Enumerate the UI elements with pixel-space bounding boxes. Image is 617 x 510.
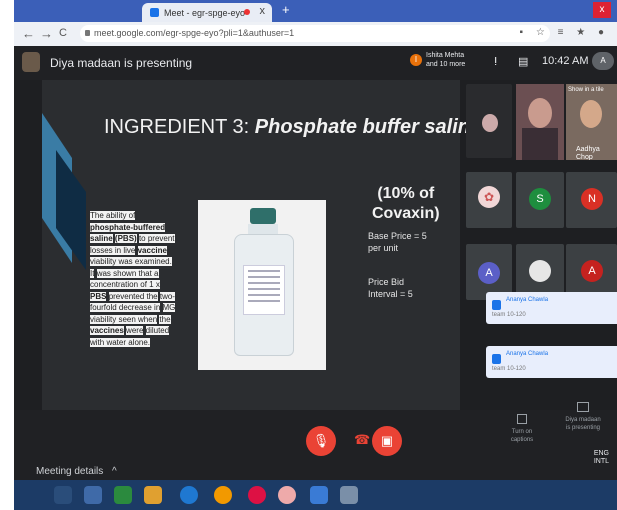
paragraph-segment: The ability of [90,211,136,220]
show-in-tile-text[interactable]: Show in a tile [568,86,604,94]
back-button[interactable]: ← [22,26,35,41]
taskbar-app-icon[interactable] [54,486,72,504]
present-icon [577,402,589,412]
lock-icon [85,30,90,36]
paragraph-segment: was shown that a [96,268,159,278]
price-bid-interval: Price Bid Interval = 5 [368,277,413,299]
chat-card-icon [492,354,501,364]
url-input[interactable]: meet.google.com/egr-spge-eyo?pli=1&authu… [80,25,550,42]
captions-icon [517,414,527,424]
tab-close-icon[interactable]: x [260,5,266,17]
chat-icon[interactable]: ▤ [518,55,528,68]
participant-badge: I [410,54,422,66]
slide-title: INGREDIENT 3: Phosphate buffer saline [104,116,482,138]
participant-tile[interactable]: N [566,172,617,228]
recording-dot-icon [244,9,250,15]
covaxin-percent: (10% of Covaxin) [372,185,440,222]
participant-avatar [482,114,498,132]
camera-off-button[interactable]: ▣ [372,426,402,456]
paragraph-segment: concentration of 1 x [90,280,160,289]
participant-tile[interactable]: S [516,172,564,228]
tab-title: Meet - egr-spge-eyo [164,7,246,18]
folder-icon[interactable] [144,486,162,504]
taskbar-app-icon[interactable] [214,486,232,504]
bottle-body [234,234,294,356]
paragraph-segment: vaccines [90,326,124,335]
paragraph-segment: were [126,326,144,335]
system-tray[interactable]: ENG INTL [594,450,609,466]
taskbar-app-icon[interactable] [310,486,328,504]
captions-button[interactable]: Turn on captions [502,414,542,444]
participant-names[interactable]: Ishita Mehta and 10 more [426,51,465,69]
chat-card-icon [492,300,501,310]
meeting-clock: 10:42 AM [542,55,589,67]
paragraph-segment: prevented the [108,291,158,301]
edge-icon[interactable] [180,486,198,504]
paragraph-segment: (PBS) [114,234,137,243]
meeting-details-button[interactable]: Meeting details ^ [36,466,117,477]
browser-tab-strip: Meet - egr-spge-eyo x + x [14,0,617,22]
taskbar-app-icon[interactable] [340,486,358,504]
paragraph-segment: phosphate-buffered [90,222,166,232]
presenting-button[interactable]: Diya madaan is presenting [560,402,606,432]
paragraph-segment: the [159,314,171,324]
pbs-bottle-image [198,200,326,370]
chrome-icon[interactable] [278,486,296,504]
chat-card[interactable]: Ananya Chawla team 10-120 [486,292,617,324]
new-tab-button[interactable]: + [282,2,290,17]
bottle-cap [250,208,276,224]
hangup-button[interactable]: ☎ [354,432,370,448]
windows-taskbar [14,480,617,510]
paragraph-segment: to prevent [138,234,175,243]
participant-dot: A [478,262,500,284]
paragraph-segment: saline [90,234,113,243]
mic-off-button[interactable]: 🎙 [306,426,336,456]
presenter-avatar [22,52,40,72]
address-bar-row: ← → C meet.google.com/egr-spge-eyo?pli=1… [14,22,617,46]
taskbar-app-icon[interactable] [114,486,132,504]
participant-avatar [529,260,551,282]
participant-tile[interactable]: ✿ [466,172,512,228]
taskbar-app-icon[interactable] [248,486,266,504]
base-price: Base Price = 5 per unit [368,231,427,253]
slide-paragraph: The ability of phosphate-buffered saline… [90,210,176,348]
forward-button[interactable]: → [40,26,53,41]
meet-favicon-icon [150,8,159,17]
extension-icons[interactable]: ▪ ☆ ≡ ★ ● [520,27,609,38]
video-tile-aadhya[interactable]: Show in a tile Aadhya Chop [566,84,617,160]
meet-header: Diya madaan is presenting I Ishita Mehta… [14,46,617,80]
presenting-text: Diya madaan is presenting [50,56,193,70]
paragraph-segment: losses in live [90,245,136,255]
self-view-badge[interactable]: A [592,52,614,70]
bottle-label [243,265,285,315]
participant-dot: N [581,188,603,210]
people-icon[interactable]: ⵑ [494,55,497,68]
paragraph-segment: PBS [90,291,107,301]
bottle-neck [248,224,278,234]
presentation-slide: INGREDIENT 3: Phosphate buffer saline Th… [42,80,481,410]
participant-tile[interactable] [466,84,512,158]
url-text: meet.google.com/egr-spge-eyo?pli=1&authu… [94,28,295,38]
screen: Meet - egr-spge-eyo x + x ← → C meet.goo… [14,0,617,510]
taskbar-app-icon[interactable] [84,486,102,504]
browser-tab-meet[interactable]: Meet - egr-spge-eyo x [142,3,272,22]
window-close-button[interactable]: x [593,2,611,18]
tree-avatar-icon: ✿ [478,186,500,208]
chat-card[interactable]: Ananya Chawla team 10-120 [486,346,617,378]
chevron-up-icon: ^ [112,466,117,477]
reload-button[interactable]: C [59,27,67,39]
meet-bottom-bar: 🎙 ☎ ▣ Turn on captions Diya madaan is pr… [14,402,617,480]
participant-dot: A [581,260,603,282]
aadhya-name: Aadhya Chop [576,146,600,160]
video-tile[interactable] [516,84,564,160]
participant-dot: S [529,188,551,210]
paragraph-segment: vaccine [137,245,167,255]
